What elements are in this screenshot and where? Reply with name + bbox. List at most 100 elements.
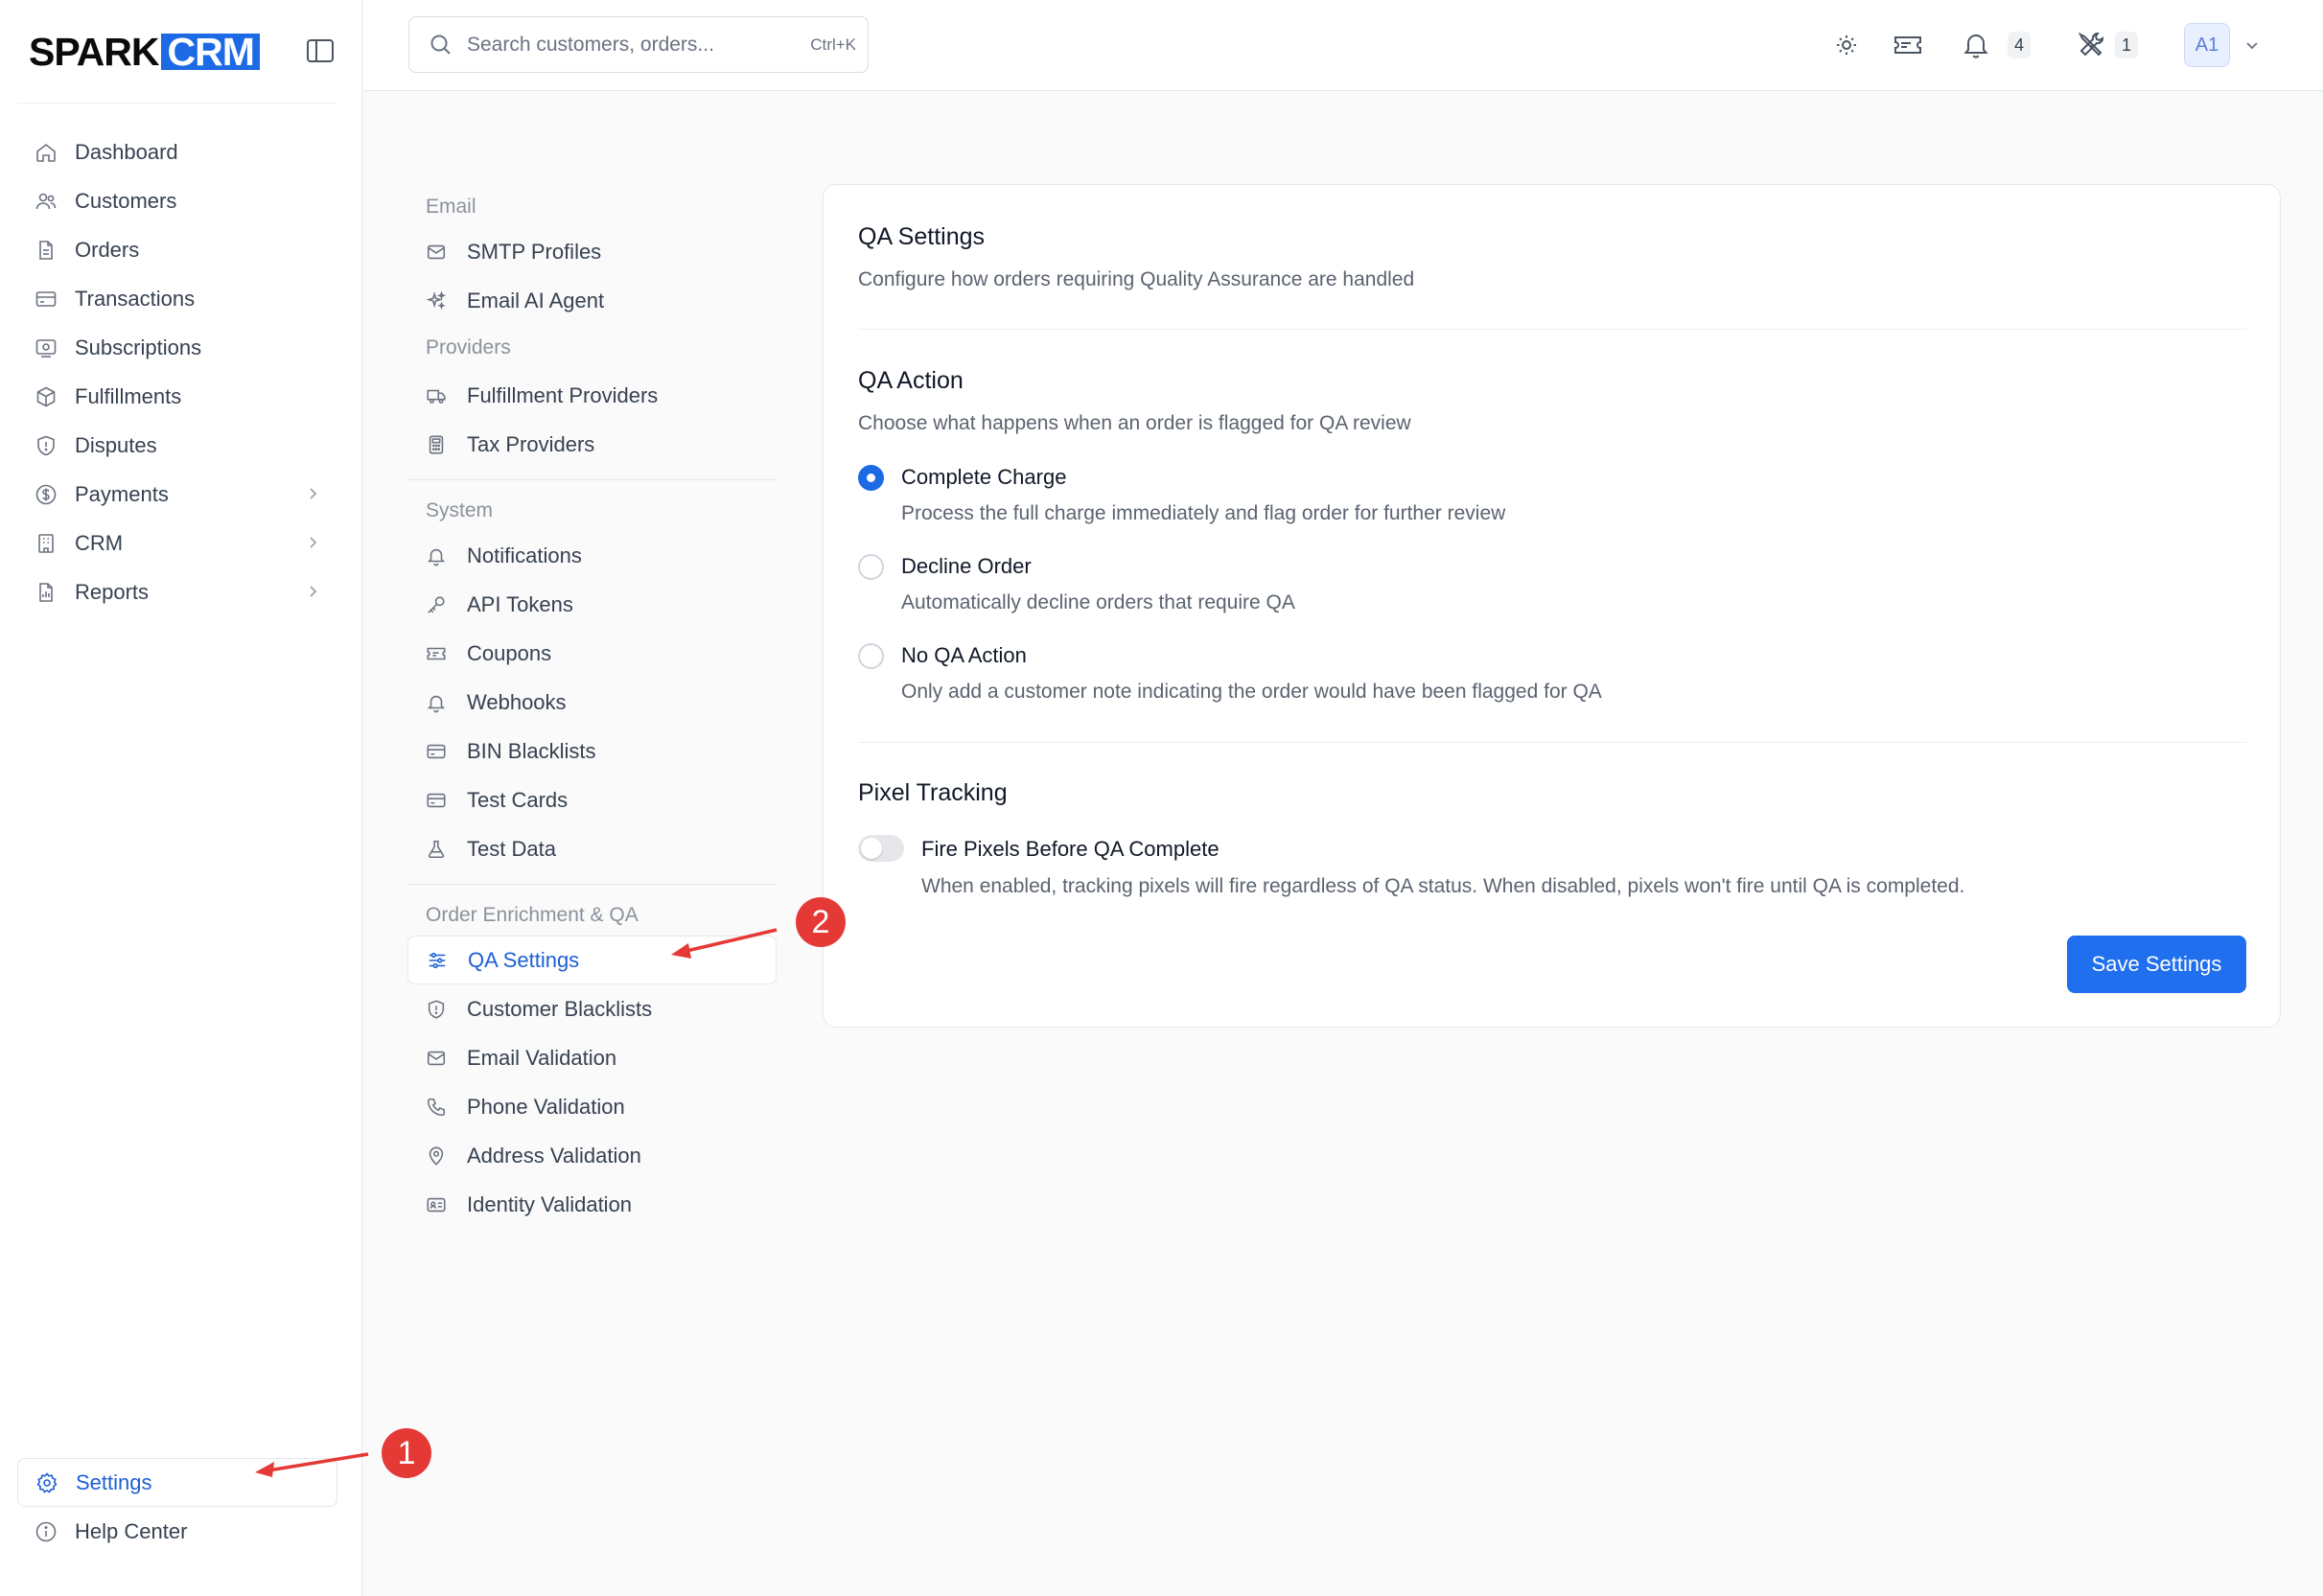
home-icon [35, 141, 58, 164]
nav-item-crm[interactable]: CRM [17, 519, 337, 567]
nav-item-reports[interactable]: Reports [17, 567, 337, 616]
settings-item-phone-validation[interactable]: Phone Validation [407, 1082, 777, 1131]
section-divider [858, 742, 2246, 743]
ticket-icon[interactable] [1892, 29, 1924, 61]
settings-item-label: Notifications [467, 543, 582, 567]
settings-item-webhooks[interactable]: Webhooks [407, 678, 777, 727]
settings-item-label: Email Validation [467, 1045, 617, 1070]
nav-label: Dashboard [75, 139, 178, 164]
webhook-icon [426, 692, 447, 713]
settings-item-email-ai-agent[interactable]: Email AI Agent [407, 276, 777, 325]
settings-item-api-tokens[interactable]: API Tokens [407, 580, 777, 629]
settings-item-label: Test Data [467, 836, 556, 861]
pixel-tracking-title: Pixel Tracking [858, 779, 1008, 806]
annotation-marker-2: 2 [796, 897, 846, 947]
ticket-icon [426, 643, 447, 664]
section-divider [858, 329, 2246, 330]
notifications-count-badge: 4 [2008, 32, 2031, 58]
settings-item-address-validation[interactable]: Address Validation [407, 1131, 777, 1180]
settings-item-label: API Tokens [467, 591, 573, 616]
settings-item-identity-validation[interactable]: Identity Validation [407, 1180, 777, 1229]
settings-item-label: Tax Providers [467, 431, 595, 456]
chevron-down-icon[interactable] [2242, 35, 2262, 55]
qa-option-decline-order[interactable]: Decline Order Automatically decline orde… [858, 552, 2200, 629]
logo-badge: CRM [161, 33, 260, 72]
search-input[interactable] [467, 33, 783, 57]
nav-item-orders[interactable]: Orders [17, 225, 337, 274]
settings-group-title: System [426, 499, 494, 521]
search-icon [429, 33, 453, 58]
shield-icon [426, 999, 447, 1020]
settings-item-test-data[interactable]: Test Data [407, 824, 777, 873]
sidebar-toggle-icon[interactable] [305, 36, 336, 65]
nav-item-payments[interactable]: Payments [17, 470, 337, 519]
card-icon [426, 741, 447, 762]
radio-button[interactable] [858, 643, 884, 669]
fire-pixels-label: Fire Pixels Before QA Complete [921, 837, 1220, 861]
settings-nav: Email SMTP Profiles Email AI Agent Provi… [407, 187, 777, 1229]
search-box[interactable]: Ctrl+K [408, 16, 869, 73]
settings-item-test-cards[interactable]: Test Cards [407, 775, 777, 824]
nav-label: Help Center [75, 1518, 188, 1543]
settings-item-notifications[interactable]: Notifications [407, 531, 777, 580]
settings-item-label: Test Cards [467, 787, 569, 812]
page-title: QA Settings [858, 223, 986, 250]
avatar[interactable]: A1 [2184, 23, 2230, 67]
logo[interactable]: SPARK CRM [29, 30, 260, 74]
fire-pixels-toggle[interactable] [858, 835, 904, 862]
settings-item-label: Customer Blacklists [467, 996, 653, 1021]
settings-item-label: SMTP Profiles [467, 239, 602, 264]
nav-item-subscriptions[interactable]: Subscriptions [17, 323, 337, 372]
nav-item-settings[interactable]: Settings [17, 1458, 337, 1507]
radio-description: Automatically decline orders that requir… [901, 591, 1295, 613]
sparkles-icon [426, 289, 447, 312]
report-icon [35, 581, 58, 604]
card-icon [426, 790, 447, 811]
nav-label: Disputes [75, 432, 157, 457]
settings-item-fulfillment-providers[interactable]: Fulfillment Providers [407, 371, 777, 420]
dollar-icon [35, 483, 58, 506]
nav-item-disputes[interactable]: Disputes [17, 421, 337, 470]
settings-item-email-validation[interactable]: Email Validation [407, 1033, 777, 1082]
nav-label: Payments [75, 481, 169, 506]
nav-label: Reports [75, 579, 150, 604]
save-settings-button[interactable]: Save Settings [2067, 936, 2246, 993]
settings-item-customer-blacklists[interactable]: Customer Blacklists [407, 984, 777, 1033]
settings-divider [407, 479, 777, 480]
nav-item-fulfillments[interactable]: Fulfillments [17, 372, 337, 421]
settings-item-bin-blacklists[interactable]: BIN Blacklists [407, 727, 777, 775]
nav-label: Settings [76, 1469, 152, 1494]
bell-icon [426, 545, 447, 567]
settings-item-qa-settings[interactable]: QA Settings [407, 936, 777, 984]
nav-label: Orders [75, 237, 140, 262]
radio-button[interactable] [858, 554, 884, 580]
nav-item-transactions[interactable]: Transactions [17, 274, 337, 323]
key-icon [426, 594, 447, 615]
radio-label: No QA Action [901, 643, 1027, 667]
settings-item-coupons[interactable]: Coupons [407, 629, 777, 678]
search-shortcut: Ctrl+K [810, 35, 856, 54]
info-icon [35, 1520, 58, 1543]
truck-icon [426, 385, 447, 406]
settings-item-smtp-profiles[interactable]: SMTP Profiles [407, 227, 777, 276]
settings-divider [407, 884, 777, 885]
gear-icon [35, 1471, 58, 1494]
fire-pixels-description: When enabled, tracking pixels will fire … [921, 875, 1965, 897]
qa-option-complete-charge[interactable]: Complete Charge Process the full charge … [858, 463, 2200, 540]
flask-icon [426, 839, 447, 860]
map-pin-icon [426, 1145, 447, 1167]
tools-icon[interactable] [2075, 29, 2107, 61]
bell-icon[interactable] [1960, 29, 1992, 61]
qa-option-no-qa-action[interactable]: No QA Action Only add a customer note in… [858, 641, 2200, 718]
sun-icon[interactable] [1830, 29, 1863, 61]
tools-count-badge: 1 [2115, 32, 2138, 58]
nav-item-dashboard[interactable]: Dashboard [17, 127, 337, 176]
qa-action-description: Choose what happens when an order is fla… [858, 412, 1411, 434]
radio-button[interactable] [858, 465, 884, 491]
nav-item-customers[interactable]: Customers [17, 176, 337, 225]
logo-text: SPARK [29, 29, 159, 74]
settings-item-label: Webhooks [467, 689, 567, 714]
settings-item-tax-providers[interactable]: Tax Providers [407, 420, 777, 469]
nav-item-help-center[interactable]: Help Center [17, 1507, 337, 1556]
phone-icon [426, 1097, 447, 1118]
